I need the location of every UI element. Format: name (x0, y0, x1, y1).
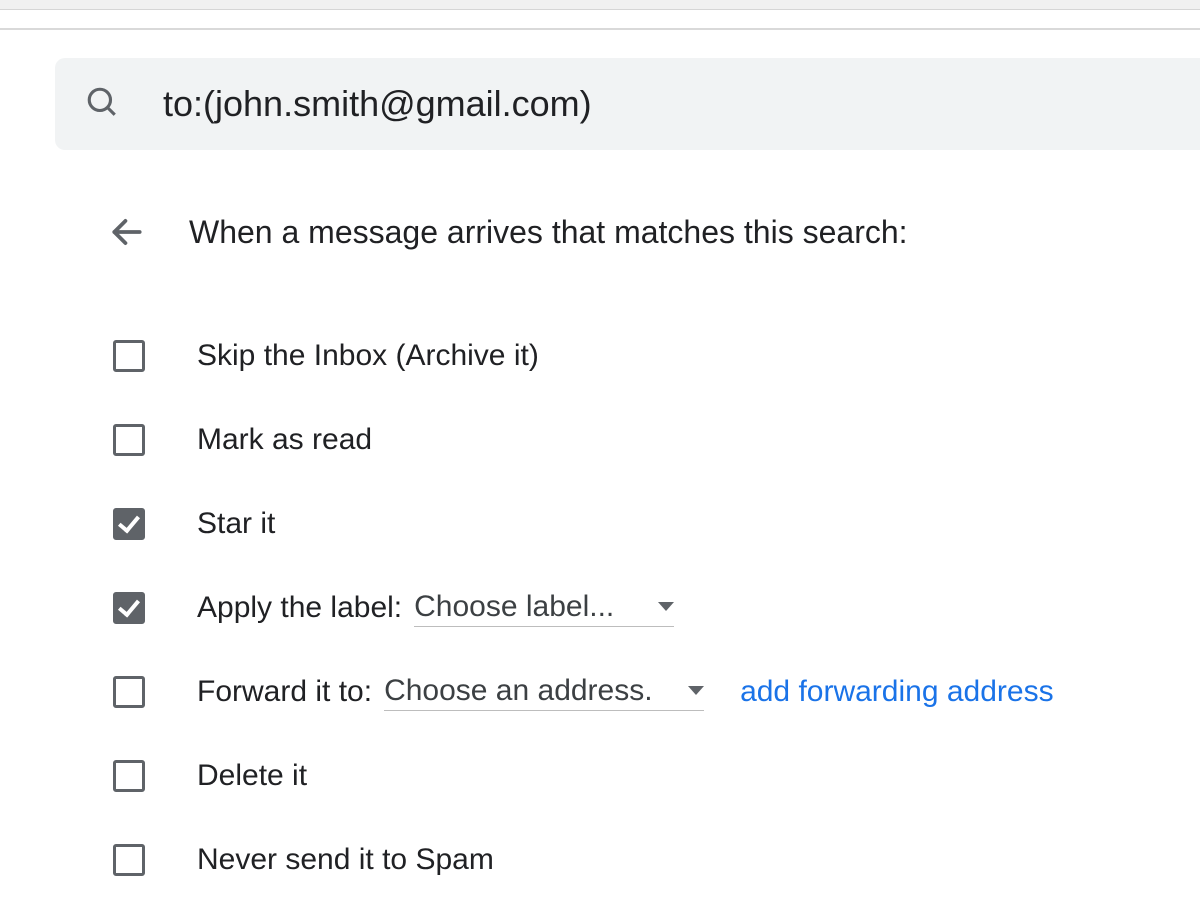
label-skip-inbox: Skip the Inbox (Archive it) (197, 339, 539, 373)
caret-down-icon (658, 602, 674, 611)
checkbox-star-it[interactable] (113, 508, 145, 540)
search-query[interactable]: to:(john.smith@gmail.com) (163, 83, 592, 125)
checkbox-apply-label[interactable] (113, 592, 145, 624)
label-delete-it: Delete it (197, 759, 307, 793)
option-mark-read: Mark as read (107, 398, 1200, 482)
checkbox-forward[interactable] (113, 676, 145, 708)
option-never-spam: Never send it to Spam (107, 818, 1200, 902)
option-star-it: Star it (107, 482, 1200, 566)
option-delete-it: Delete it (107, 734, 1200, 818)
option-apply-label: Apply the label: Choose label... (107, 566, 1200, 650)
label-mark-read: Mark as read (197, 423, 372, 457)
filter-panel: When a message arrives that matches this… (55, 170, 1200, 902)
option-forward: Forward it to: Choose an address. add fo… (107, 650, 1200, 734)
link-add-forwarding-address[interactable]: add forwarding address (740, 675, 1054, 709)
search-icon (85, 85, 119, 124)
caret-down-icon (688, 686, 704, 695)
divider (0, 28, 1200, 30)
label-apply-label: Apply the label: Choose label... (197, 590, 674, 627)
label-star-it: Star it (197, 507, 275, 541)
search-bar[interactable]: to:(john.smith@gmail.com) (55, 58, 1200, 150)
checkbox-skip-inbox[interactable] (113, 340, 145, 372)
label-forward-text: Forward it to: (197, 675, 372, 709)
label-apply-label-text: Apply the label: (197, 591, 402, 625)
panel-header: When a message arrives that matches this… (107, 212, 1200, 252)
checkbox-mark-read[interactable] (113, 424, 145, 456)
back-arrow-icon[interactable] (107, 212, 147, 252)
dropdown-apply-label-value: Choose label... (414, 590, 614, 624)
checkbox-never-spam[interactable] (113, 844, 145, 876)
label-never-spam: Never send it to Spam (197, 843, 494, 877)
dropdown-apply-label[interactable]: Choose label... (414, 590, 674, 627)
dropdown-forward[interactable]: Choose an address. (384, 674, 704, 711)
label-forward: Forward it to: Choose an address. add fo… (197, 674, 1054, 711)
option-skip-inbox: Skip the Inbox (Archive it) (107, 314, 1200, 398)
checkbox-delete-it[interactable] (113, 760, 145, 792)
browser-url-bar (0, 0, 1200, 10)
panel-heading: When a message arrives that matches this… (189, 214, 908, 251)
dropdown-forward-value: Choose an address. (384, 674, 653, 708)
